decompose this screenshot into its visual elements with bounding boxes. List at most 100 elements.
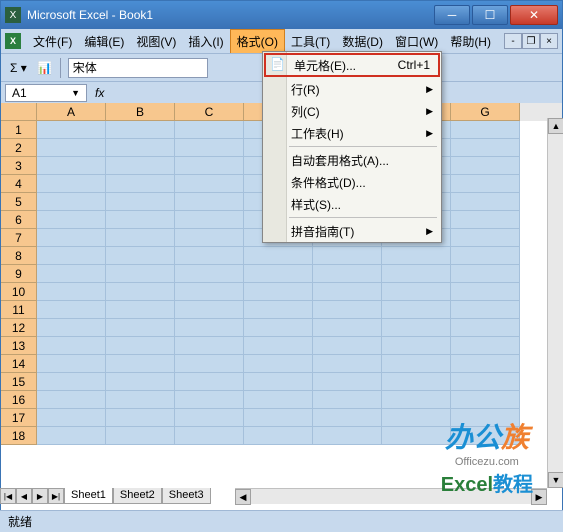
tab-nav-prev[interactable]: ◀ [16,488,32,504]
cell[interactable] [382,337,451,355]
cell[interactable] [37,319,106,337]
cell[interactable] [37,409,106,427]
cell[interactable] [244,337,313,355]
cell[interactable] [313,373,382,391]
menu-help[interactable]: 帮助(H) [444,30,497,53]
cell[interactable] [451,211,520,229]
cell[interactable] [313,427,382,445]
close-button[interactable]: ✕ [510,5,558,25]
cell[interactable] [451,175,520,193]
scroll-down-button[interactable]: ▼ [548,472,563,488]
cell[interactable] [37,229,106,247]
row-header[interactable]: 3 [1,157,37,175]
cell[interactable] [382,283,451,301]
cell[interactable] [175,409,244,427]
row-header[interactable]: 1 [1,121,37,139]
row-header[interactable]: 5 [1,193,37,211]
cell[interactable] [175,175,244,193]
cell[interactable] [175,265,244,283]
cell[interactable] [175,211,244,229]
cell[interactable] [37,337,106,355]
menu-item-sheet[interactable]: 工作表(H)▶ [263,122,441,144]
cell[interactable] [106,121,175,139]
cell[interactable] [244,391,313,409]
cell[interactable] [451,283,520,301]
cell[interactable] [313,283,382,301]
row-header[interactable]: 2 [1,139,37,157]
cell[interactable] [175,121,244,139]
menu-item-autoformat[interactable]: 自动套用格式(A)... [263,149,441,171]
cell[interactable] [106,427,175,445]
cell[interactable] [451,391,520,409]
cell[interactable] [37,139,106,157]
cell[interactable] [382,391,451,409]
tab-nav-next[interactable]: ▶ [32,488,48,504]
cell[interactable] [244,373,313,391]
doc-close-button[interactable]: × [540,33,558,49]
cell[interactable] [37,301,106,319]
cell[interactable] [451,229,520,247]
cell[interactable] [106,301,175,319]
cell[interactable] [175,391,244,409]
scroll-left-button[interactable]: ◀ [235,489,251,505]
cell[interactable] [175,157,244,175]
cell[interactable] [106,175,175,193]
row-header[interactable]: 11 [1,301,37,319]
cell[interactable] [175,319,244,337]
cell[interactable] [37,427,106,445]
sheet-tab[interactable]: Sheet2 [113,488,162,504]
cell[interactable] [106,391,175,409]
menu-file[interactable]: 文件(F) [27,30,78,53]
minimize-button[interactable]: ─ [434,5,470,25]
maximize-button[interactable]: ☐ [472,5,508,25]
cell[interactable] [37,193,106,211]
cell[interactable] [451,193,520,211]
cell[interactable] [244,247,313,265]
cell[interactable] [106,337,175,355]
cell[interactable] [37,175,106,193]
cell[interactable] [313,409,382,427]
excel-doc-icon[interactable]: X [5,33,21,49]
cell[interactable] [451,139,520,157]
cell[interactable] [175,283,244,301]
cell[interactable] [451,247,520,265]
select-all-corner[interactable] [1,103,37,121]
cell[interactable] [313,319,382,337]
cell[interactable] [106,409,175,427]
autosum-button[interactable]: Σ ▾ [5,58,32,78]
cell[interactable] [244,265,313,283]
cell[interactable] [106,247,175,265]
sheet-tab[interactable]: Sheet1 [64,488,113,504]
cell[interactable] [382,409,451,427]
chart-button[interactable]: 📊 [34,57,56,79]
cell[interactable] [244,427,313,445]
cell[interactable] [382,301,451,319]
cell[interactable] [175,139,244,157]
cell[interactable] [37,247,106,265]
fx-button[interactable]: fx [95,86,104,100]
menu-edit[interactable]: 编辑(E) [78,30,130,53]
cell[interactable] [451,409,520,427]
cell[interactable] [175,337,244,355]
cell[interactable] [313,391,382,409]
cell[interactable] [451,373,520,391]
tab-nav-first[interactable]: |◀ [0,488,16,504]
cell[interactable] [106,139,175,157]
cell[interactable] [382,247,451,265]
cell[interactable] [175,229,244,247]
menu-insert[interactable]: 插入(I) [182,30,229,53]
cell[interactable] [37,391,106,409]
cell[interactable] [451,337,520,355]
row-header[interactable]: 17 [1,409,37,427]
cell[interactable] [175,301,244,319]
row-header[interactable]: 8 [1,247,37,265]
row-header[interactable]: 13 [1,337,37,355]
cell[interactable] [382,355,451,373]
cell[interactable] [451,301,520,319]
cell[interactable] [37,121,106,139]
cell[interactable] [451,427,520,445]
cell[interactable] [382,265,451,283]
cell[interactable] [244,301,313,319]
cell[interactable] [175,193,244,211]
cell[interactable] [313,265,382,283]
